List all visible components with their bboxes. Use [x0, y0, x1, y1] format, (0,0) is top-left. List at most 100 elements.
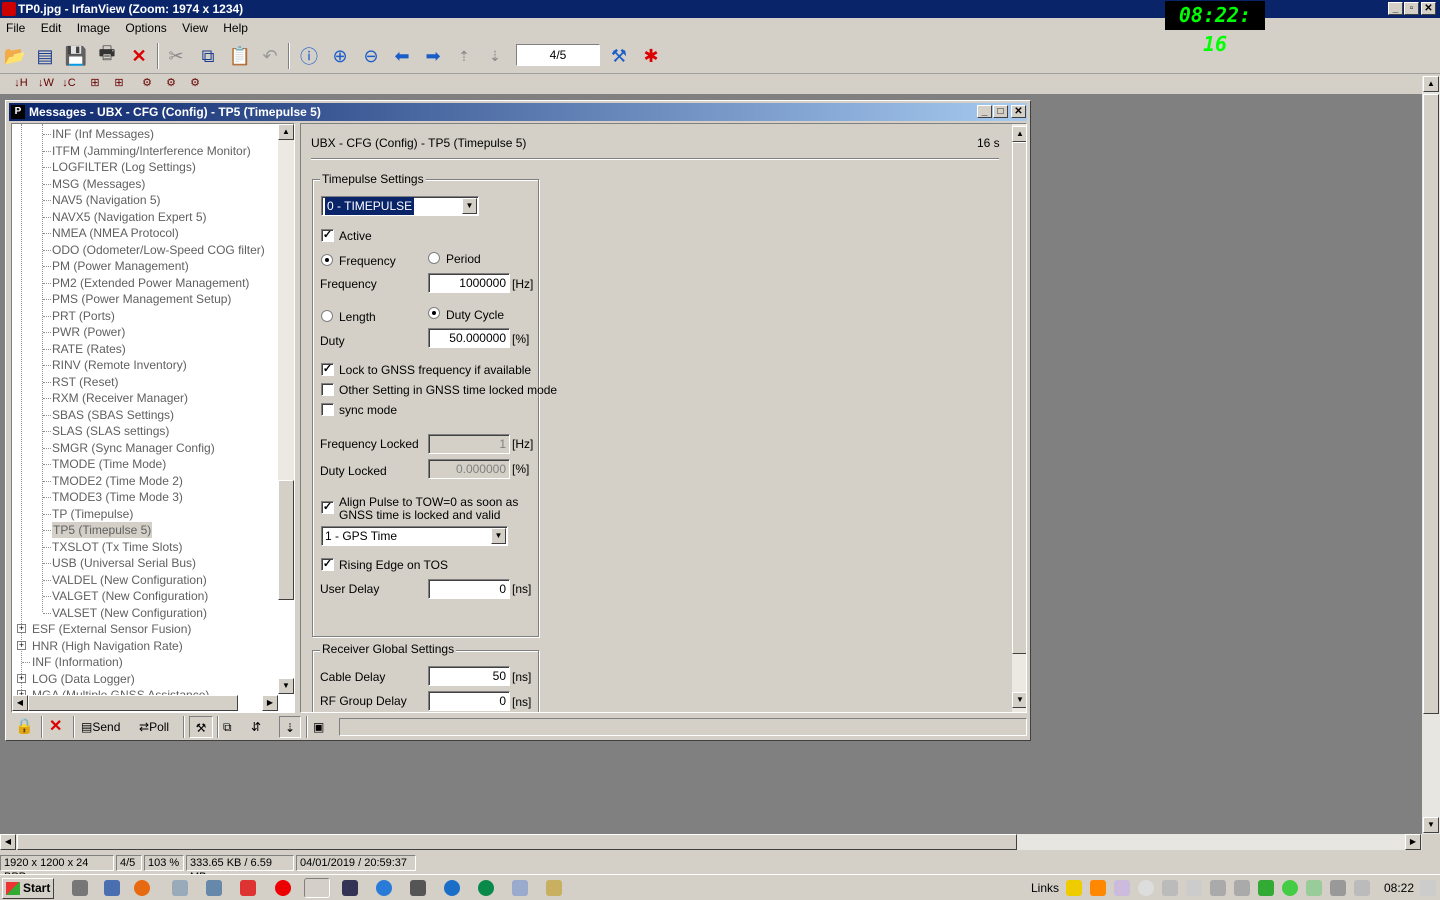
horizontal-scrollbar[interactable]: ◀ ▶: [0, 834, 1422, 850]
start-button[interactable]: Start: [2, 878, 54, 899]
open-icon[interactable]: 📂: [2, 43, 28, 69]
tray-show-desktop-icon[interactable]: [1420, 880, 1436, 896]
links-toolbar-label[interactable]: Links: [1031, 881, 1059, 895]
tree-item[interactable]: PMS (Power Management Setup): [52, 291, 231, 307]
last-page-icon[interactable]: ⇣: [482, 43, 508, 69]
panel-scroll-down-arrow[interactable]: ▼: [1012, 692, 1026, 708]
sync-mode-checkbox[interactable]: [321, 403, 334, 416]
menu-edit[interactable]: Edit: [35, 19, 68, 35]
quicklaunch-sync-icon[interactable]: [376, 880, 392, 896]
tray-speaker-icon[interactable]: [1354, 880, 1370, 896]
tray-warning-icon[interactable]: [1066, 880, 1082, 896]
tree-item[interactable]: VALDEL (New Configuration): [52, 572, 207, 588]
panel-scroll-up-arrow[interactable]: ▲: [1012, 126, 1026, 142]
tray-update-icon[interactable]: [1090, 880, 1106, 896]
expand-icon[interactable]: +: [17, 624, 26, 633]
menu-image[interactable]: Image: [71, 19, 116, 35]
quicklaunch-desktop-icon[interactable]: [72, 880, 88, 896]
tools-icon[interactable]: ⚒: [189, 716, 213, 738]
quicklaunch-globe-alt-icon[interactable]: [478, 880, 494, 896]
expand-icon[interactable]: +: [17, 640, 26, 650]
tray-check-icon[interactable]: [1306, 880, 1322, 896]
tray-clock-icon[interactable]: [1138, 880, 1154, 896]
tree-item[interactable]: SBAS (SBAS Settings): [52, 407, 174, 423]
tree-scroll-down-arrow[interactable]: ▼: [278, 678, 294, 694]
send-button[interactable]: ▤Send: [81, 716, 120, 738]
center-icon[interactable]: ↓C: [60, 75, 78, 91]
duty-input[interactable]: 50.000000: [428, 328, 510, 348]
frequency-radio[interactable]: [321, 254, 333, 266]
tray-spellcheck-icon[interactable]: [1162, 880, 1178, 896]
tree-item[interactable]: PM2 (Extended Power Management): [52, 275, 249, 291]
rf-group-delay-input[interactable]: 0: [428, 691, 510, 711]
tree-item[interactable]: RXM (Receiver Manager): [52, 390, 188, 406]
tree-item[interactable]: NAV5 (Navigation 5): [52, 192, 161, 208]
height-icon[interactable]: ↓H: [12, 75, 30, 91]
grid-icon[interactable]: ⊞: [86, 75, 104, 91]
cut-icon[interactable]: ✂: [163, 43, 189, 69]
tree-item[interactable]: RINV (Remote Inventory): [52, 357, 187, 373]
duty-cycle-radio[interactable]: [428, 307, 440, 319]
tree-item[interactable]: TP (Timepulse): [52, 506, 133, 522]
quicklaunch-tool-icon[interactable]: [410, 880, 426, 896]
other-setting-checkbox[interactable]: [321, 383, 334, 396]
tree-scroll-right-arrow[interactable]: ▶: [262, 695, 278, 711]
tray-recycle-icon[interactable]: [1258, 880, 1274, 896]
quicklaunch-explorer-icon[interactable]: [104, 880, 120, 896]
tree-item[interactable]: TMODE3 (Time Mode 3): [52, 489, 183, 505]
tree-item[interactable]: TMODE2 (Time Mode 2): [52, 473, 183, 489]
tree-root-item[interactable]: ESF (External Sensor Fusion): [32, 621, 191, 637]
restore-button[interactable]: ▫: [1404, 2, 1419, 15]
exit-icon[interactable]: ✱: [638, 43, 664, 69]
page-counter-field[interactable]: 4/5: [516, 44, 600, 66]
expand-icon[interactable]: +: [17, 673, 26, 683]
menu-options[interactable]: Options: [119, 19, 172, 35]
cable-delay-input[interactable]: 50: [428, 666, 510, 686]
period-radio[interactable]: [428, 252, 440, 264]
scroll-right-arrow[interactable]: ▶: [1405, 834, 1421, 850]
tree-item[interactable]: PM (Power Management): [52, 258, 189, 274]
quicklaunch-firefox-icon[interactable]: [134, 880, 150, 896]
child-maximize-button[interactable]: □: [993, 105, 1008, 118]
quicklaunch-network-icon[interactable]: [206, 880, 222, 896]
child-close-button[interactable]: ✕: [1011, 105, 1026, 118]
tree-root-item[interactable]: LOG (Data Logger): [32, 671, 135, 687]
tray-display-icon[interactable]: [1114, 880, 1130, 896]
scroll-down-arrow[interactable]: ▼: [1423, 817, 1439, 833]
undo-icon[interactable]: ↶: [257, 43, 283, 69]
vertical-scrollbar[interactable]: ▲ ▼: [1422, 76, 1440, 834]
quicklaunch-calculator-icon[interactable]: [172, 880, 188, 896]
tree-item[interactable]: PRT (Ports): [52, 308, 115, 324]
vertical-scroll-thumb[interactable]: [1423, 94, 1439, 714]
quicklaunch-opera-mail-icon[interactable]: [240, 880, 256, 896]
tray-volume-icon[interactable]: [1234, 880, 1250, 896]
zoom-in-icon[interactable]: ⊕: [327, 43, 353, 69]
tree-item[interactable]: TP5 (Timepulse 5): [52, 522, 153, 538]
frequency-input[interactable]: 1000000: [428, 273, 510, 293]
tree-item[interactable]: ODO (Odometer/Low-Speed COG filter): [52, 242, 265, 258]
tree-item[interactable]: TXSLOT (Tx Time Slots): [52, 539, 182, 555]
clear-icon[interactable]: ✕: [49, 716, 62, 738]
terminal-icon[interactable]: ▣: [313, 716, 324, 738]
menu-view[interactable]: View: [176, 19, 214, 35]
tree-item[interactable]: RATE (Rates): [52, 341, 126, 357]
width-icon[interactable]: ↓W: [37, 75, 55, 91]
tree-item[interactable]: SLAS (SLAS settings): [52, 423, 169, 439]
tray-network-icon[interactable]: [1330, 880, 1346, 896]
quicklaunch-terminal-icon[interactable]: [342, 880, 358, 896]
rising-edge-checkbox[interactable]: ✓: [321, 558, 334, 571]
tree-item[interactable]: NAVX5 (Navigation Expert 5): [52, 209, 207, 225]
length-radio[interactable]: [321, 310, 333, 322]
quicklaunch-globe-icon[interactable]: [444, 880, 460, 896]
tree-root-item[interactable]: INF (Information): [32, 654, 123, 670]
settings-icon[interactable]: ⚒: [606, 43, 632, 69]
copy-icon[interactable]: ⧉: [195, 43, 221, 69]
tree-item[interactable]: NMEA (NMEA Protocol): [52, 225, 179, 241]
tree-item[interactable]: ITFM (Jamming/Interference Monitor): [52, 143, 251, 159]
move-icon[interactable]: ⇵: [251, 716, 261, 738]
tree-item[interactable]: INF (Inf Messages): [52, 126, 154, 142]
user-delay-input[interactable]: 0: [428, 579, 510, 599]
tree-item[interactable]: MSG (Messages): [52, 176, 145, 192]
zoom-out-icon[interactable]: ⊖: [358, 43, 384, 69]
gear-red-icon[interactable]: ⚙: [186, 75, 204, 91]
